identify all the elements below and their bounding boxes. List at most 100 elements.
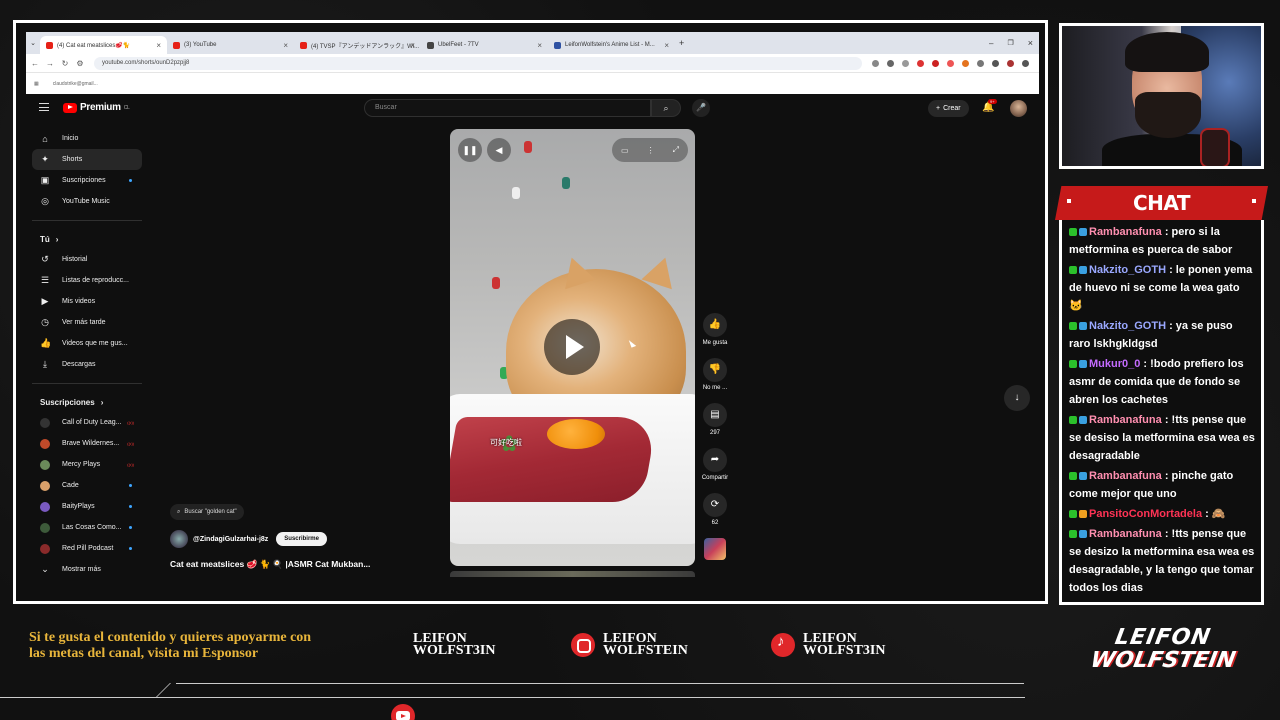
- sidebar-item-descargas[interactable]: ⤓ Descargas: [32, 354, 142, 375]
- shorts-video-player[interactable]: ✿ 可好吃啦 ❚❚ ◀ ▭ ⋮ ⤢: [450, 129, 695, 566]
- next-short-preview[interactable]: [450, 571, 695, 577]
- extension-icon[interactable]: [917, 59, 924, 67]
- close-tab-icon[interactable]: ×: [283, 41, 288, 50]
- tab-cat-video[interactable]: (4) Cat eat meatslices🥩🐈 ×: [40, 36, 167, 54]
- dislike-action[interactable]: 👎 No me ...: [696, 358, 734, 391]
- sidebar-subscription[interactable]: Brave Wildernes... ((•)): [32, 433, 142, 454]
- show-more-button[interactable]: ⌄ Mostrar más: [32, 559, 142, 580]
- sidebar-subscription[interactable]: Mercy Plays ((•)): [32, 454, 142, 475]
- bookmark-star-icon[interactable]: [887, 59, 894, 67]
- sidebar-item-inicio[interactable]: ⌂ Inicio: [32, 128, 142, 149]
- channel-avatar[interactable]: [170, 530, 188, 548]
- bookmark-gmail[interactable]: claudstrike@gmail...: [53, 81, 98, 87]
- tab-search-icon[interactable]: ⌄: [26, 39, 40, 47]
- sound-thumbnail[interactable]: [704, 538, 726, 560]
- remix-action[interactable]: ⟳ 62: [696, 493, 734, 526]
- youtube-header: Premium CL Buscar ⌕ 🎤 + Crear 🔔 9+: [26, 94, 1039, 124]
- tab-youtube[interactable]: (3) YouTube ×: [167, 36, 294, 54]
- captions-icon[interactable]: ▭: [621, 146, 629, 155]
- close-tab-icon[interactable]: ×: [537, 41, 542, 50]
- chat-username[interactable]: Mukur0_0: [1089, 358, 1140, 370]
- play-button[interactable]: [544, 319, 600, 375]
- chat-username[interactable]: Nakzito_GOTH: [1089, 320, 1166, 332]
- tab-7tv[interactable]: UbelFeet - 7TV ×: [421, 36, 548, 54]
- tab-anime-list[interactable]: LeifonWolfstein's Anime List - M... ×: [548, 36, 675, 54]
- apps-icon[interactable]: ▦: [34, 81, 39, 87]
- back-icon[interactable]: ←: [29, 59, 41, 68]
- arrow-down-icon: ↓: [1014, 392, 1020, 403]
- chat-username[interactable]: Rambanafuna: [1089, 226, 1162, 238]
- sidebar-subscription[interactable]: Las Cosas Como...: [32, 517, 142, 538]
- moderator-badge-icon: [1069, 360, 1077, 368]
- like-action[interactable]: 👍 Me gusta: [696, 313, 734, 346]
- sidebar-item-videos-que-me-gus[interactable]: 👍 Videos que me gus...: [32, 333, 142, 354]
- create-button[interactable]: + Crear: [928, 100, 969, 117]
- puzzle-icon[interactable]: [977, 59, 984, 67]
- sidebar-subscription[interactable]: Cade: [32, 475, 142, 496]
- close-tab-icon[interactable]: ×: [664, 41, 669, 50]
- fullscreen-icon[interactable]: ⤢: [673, 145, 679, 155]
- menu-dots-icon[interactable]: [1022, 59, 1029, 67]
- channel-handle[interactable]: @ZindagiGulzarhai-j8z: [193, 536, 268, 543]
- sponsor-message: Si te gusta el contenido y quieres apoya…: [29, 630, 312, 661]
- extension-icon[interactable]: [962, 59, 969, 67]
- forward-icon[interactable]: →: [44, 59, 56, 68]
- sidebar-item-suscripciones[interactable]: ▣ Suscripciones: [32, 170, 142, 191]
- chat-username[interactable]: Rambanafuna: [1089, 470, 1162, 482]
- extension-icon[interactable]: [902, 59, 909, 67]
- sidebar-item-historial[interactable]: ↺ Historial: [32, 249, 142, 270]
- search-input[interactable]: Buscar: [364, 99, 651, 117]
- maximize-icon[interactable]: ❐: [1007, 39, 1013, 47]
- extension-icon[interactable]: [992, 59, 999, 67]
- extension-icon[interactable]: [947, 59, 954, 67]
- sidebar-you-header[interactable]: Tú ›: [32, 229, 142, 249]
- channel-brand-logo: LEIFON WOLFSTEIN: [1083, 625, 1243, 687]
- chat-username[interactable]: Rambanafuna: [1089, 414, 1162, 426]
- notifications-button[interactable]: 🔔 9+: [982, 99, 997, 113]
- site-info-icon[interactable]: ⚙: [74, 59, 86, 68]
- voice-search-button[interactable]: 🎤: [692, 99, 710, 117]
- url-field[interactable]: youtube.com/shorts/ounD2pzpjj8: [94, 56, 862, 70]
- new-content-dot: [129, 547, 132, 550]
- video-title[interactable]: Cat eat meatslices 🥩 🐈 🍳 |ASMR Cat Mukba…: [170, 559, 370, 570]
- tab-undead-unluck[interactable]: (4) TVSP『アンデッドアンラック』Wi... ×: [294, 36, 421, 54]
- tab-label: UbelFeet - 7TV: [438, 42, 479, 48]
- chat-username[interactable]: Nakzito_GOTH: [1089, 264, 1166, 276]
- sidebar-subscription[interactable]: BaityPlays: [32, 496, 142, 517]
- extension-icon[interactable]: [872, 59, 879, 67]
- sidebar-subscription[interactable]: Red Pill Podcast: [32, 538, 142, 559]
- sidebar-item-shorts[interactable]: ✦ Shorts: [32, 149, 142, 170]
- chat-username[interactable]: Rambanafuna: [1089, 528, 1162, 540]
- reload-icon[interactable]: ↻: [59, 59, 71, 68]
- subscribe-button[interactable]: Suscribirme: [276, 532, 327, 546]
- close-tab-icon[interactable]: ×: [410, 41, 415, 50]
- more-options-icon[interactable]: ⋮: [647, 146, 655, 155]
- volume-button[interactable]: ◀: [487, 138, 511, 162]
- show-more-label: Mostrar más: [62, 566, 101, 573]
- sidebar-item-mis-videos[interactable]: ▶ Mis videos: [32, 291, 142, 312]
- close-tab-icon[interactable]: ×: [156, 41, 161, 50]
- chat-username[interactable]: PansitoConMortadela: [1089, 508, 1202, 520]
- youtube-page: Premium CL Buscar ⌕ 🎤 + Crear 🔔 9+ ⌂ Inicio…: [26, 94, 1039, 601]
- menu-icon[interactable]: [39, 103, 49, 111]
- share-action[interactable]: ➦ Compartir: [696, 448, 734, 481]
- sidebar-subscription[interactable]: Call of Duty Leag... ((•)): [32, 412, 142, 433]
- account-avatar[interactable]: [1010, 100, 1027, 117]
- new-tab-icon[interactable]: +: [679, 38, 684, 48]
- minimize-icon[interactable]: –: [989, 39, 993, 48]
- sidebar-item-listas-de-reproducc[interactable]: ☰ Listas de reproducc...: [32, 270, 142, 291]
- sidebar-item-youtube-music[interactable]: ◎ YouTube Music: [32, 191, 142, 212]
- comments-action[interactable]: ▤ 297: [696, 403, 734, 436]
- sidebar-icon: ▶: [41, 296, 49, 306]
- sidebar-subs-header[interactable]: Suscripciones ›: [32, 392, 142, 412]
- pause-button[interactable]: ❚❚: [458, 138, 482, 162]
- search-button[interactable]: ⌕: [651, 99, 681, 117]
- sidebar-item-ver-m-s-tarde[interactable]: ◷ Ver más tarde: [32, 312, 142, 333]
- youtube-premium-logo[interactable]: Premium CL: [63, 102, 130, 113]
- extension-icon[interactable]: [932, 59, 939, 67]
- search-suggestion-chip[interactable]: ⌕ Buscar "golden cat": [170, 504, 244, 520]
- profile-icon[interactable]: [1007, 59, 1014, 67]
- next-video-button[interactable]: ↓: [1004, 385, 1030, 411]
- subscription-label: Mercy Plays: [62, 461, 101, 468]
- close-window-icon[interactable]: ×: [1028, 38, 1033, 48]
